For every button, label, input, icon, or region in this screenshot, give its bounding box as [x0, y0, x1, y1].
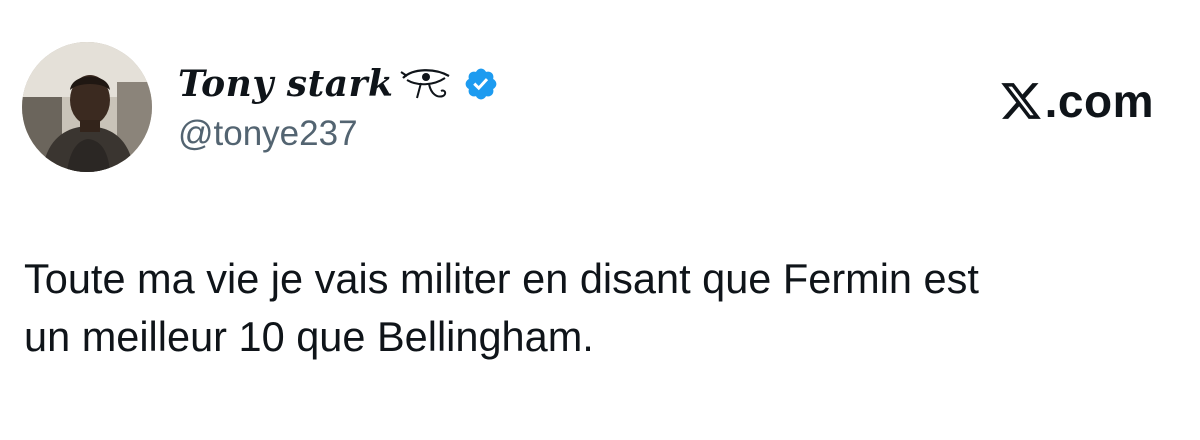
author-name-row: Tony stark [178, 58, 499, 110]
author-display-name[interactable]: Tony stark [178, 63, 393, 105]
verified-badge-icon [466, 68, 497, 100]
brand-domain-text: .com [1044, 75, 1154, 127]
tweet-text: Toute ma vie je vais militer en disant q… [24, 250, 1174, 366]
brand-logo: .com [999, 74, 1154, 128]
tweet-card: Tony stark @tonye237 .com Toute ma vie j… [0, 0, 1200, 440]
eye-of-horus-icon [400, 69, 450, 99]
tweet-text-line: Toute ma vie je vais militer en disant q… [24, 255, 979, 302]
avatar-image [22, 42, 152, 172]
avatar[interactable] [22, 42, 152, 172]
tweet-text-line: un meilleur 10 que Bellingham. [24, 313, 594, 360]
author-handle[interactable]: @tonye237 [178, 114, 358, 154]
x-logo-icon [1000, 83, 1041, 119]
